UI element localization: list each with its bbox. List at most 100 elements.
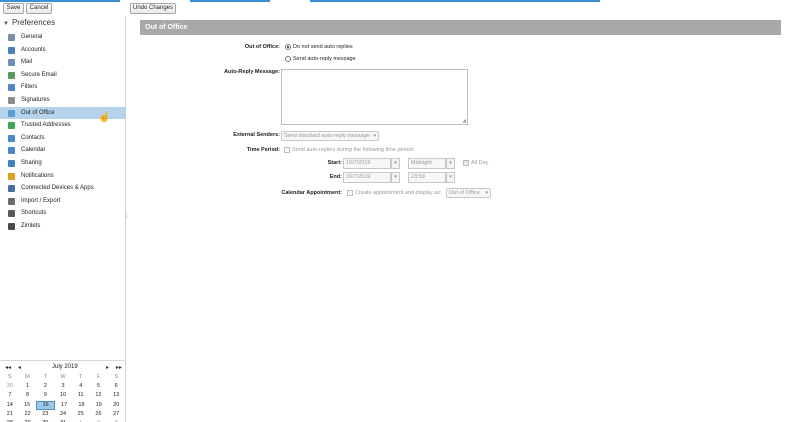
calendar-day[interactable]: 3 [54, 382, 72, 391]
show-as-select[interactable]: Out of Office ▾ [446, 188, 491, 198]
calendar-day[interactable]: 21 [1, 410, 19, 419]
calendar-day[interactable]: 16 [35, 400, 56, 410]
sidebar-item-calendar[interactable]: Calendar [0, 144, 126, 157]
resize-grip-icon[interactable]: ◢ [462, 118, 466, 124]
sidebar-item-notifications[interactable]: Notifications [0, 170, 126, 183]
calendar-day[interactable]: 5 [90, 382, 108, 391]
calendar-appointment-checkbox[interactable] [347, 190, 353, 196]
sidebar-item-import-export[interactable]: Import / Export [0, 195, 126, 208]
out-of-office-icon [8, 109, 15, 117]
auto-reply-message-textarea[interactable]: ◢ [281, 69, 468, 125]
calendar-day[interactable]: 20 [108, 401, 125, 410]
send-auto-reply-label[interactable]: Send auto-reply message [293, 56, 356, 62]
sidebar-item-shortcuts[interactable]: Shortcuts [0, 207, 126, 220]
mail-icon [8, 59, 15, 67]
mini-calendar-header: ◂◂ ◂ July 2019 ▸ ▸▸ [0, 364, 126, 372]
end-date-input[interactable]: 16/7/2019 [343, 172, 391, 183]
sidebar-item-label: Calendar [21, 147, 46, 154]
bell-icon [8, 172, 15, 180]
mini-calendar: ◂◂ ◂ July 2019 ▸ ▸▸ S M T W T F S 30 1 2 3 4 5 6 7 8 9 10… [0, 360, 126, 422]
sidebar-item-label: Zimlets [21, 222, 41, 229]
calendar-day[interactable]: 6 [107, 382, 125, 391]
mini-calendar-weekdays: SMTWTFS [1, 373, 125, 382]
calendar-day[interactable]: 15 [18, 401, 35, 410]
all-day-checkbox[interactable] [463, 159, 469, 166]
accounts-icon [8, 46, 15, 54]
start-date-input[interactable]: 16/7/2019 [343, 158, 391, 169]
calendar-day[interactable]: 18 [73, 401, 90, 410]
calendar-day[interactable]: 8 [19, 391, 37, 400]
toolbar: Save Cancel Undo Changes [0, 0, 800, 16]
preferences-header[interactable]: ▼ Preferences [3, 18, 55, 27]
calendar-day[interactable]: 24 [54, 410, 72, 419]
external-senders-select[interactable]: Send standard auto-reply message ▾ [281, 131, 379, 141]
sharing-icon [8, 159, 15, 167]
calendar-day[interactable]: 10 [54, 391, 72, 400]
mini-calendar-month[interactable]: July 2019 [52, 364, 78, 370]
time-period-checkbox-label: Send auto-replies during the following t… [292, 147, 415, 153]
calendar-day[interactable]: 1 [19, 382, 37, 391]
no-auto-reply-radio[interactable] [285, 44, 291, 50]
calendar-day[interactable]: 19 [90, 401, 107, 410]
time-period-label: Time Period: [246, 147, 280, 153]
external-senders-label: External Senders: [233, 132, 280, 138]
start-time-input[interactable]: Midnight [408, 158, 446, 169]
next-year-icon[interactable]: ▸▸ [116, 364, 122, 371]
calendar-day[interactable]: 14 [1, 401, 18, 410]
calendar-day[interactable]: 9 [36, 391, 54, 400]
no-auto-reply-label[interactable]: Do not send auto replies [293, 44, 353, 50]
sidebar-item-label: Notifications [21, 172, 54, 179]
save-button[interactable]: Save [3, 3, 24, 14]
weekday-label: T [79, 374, 83, 380]
sidebar-item-label: General [21, 34, 43, 40]
calendar-day[interactable]: 13 [107, 391, 125, 400]
sidebar-item-filters[interactable]: Filters [0, 81, 126, 94]
calendar-day[interactable]: 25 [72, 410, 90, 419]
preferences-nav: General Accounts Mail Secure Email Filters Si… [0, 31, 126, 233]
calendar-day[interactable]: 11 [72, 391, 90, 400]
sidebar-item-accounts[interactable]: Accounts [0, 44, 126, 57]
calendar-day[interactable]: 23 [36, 410, 54, 419]
start-label: Start: [327, 160, 342, 166]
calendar-day[interactable]: 4 [72, 382, 90, 391]
mini-calendar-week: 14 15 16 17 18 19 20 [1, 400, 125, 410]
sidebar-item-contacts[interactable]: Contacts [0, 132, 126, 145]
start-date-picker-icon[interactable]: ▾ [391, 158, 400, 169]
calendar-day[interactable]: 27 [107, 410, 125, 419]
calendar-day[interactable]: 22 [19, 410, 37, 419]
sidebar-item-label: Trusted Addresses [21, 122, 71, 129]
start-time-dropdown-icon[interactable]: ▾ [446, 158, 455, 169]
calendar-day[interactable]: 17 [55, 401, 72, 410]
prev-month-icon[interactable]: ◂ [18, 364, 21, 371]
sidebar-item-label: Mail [21, 59, 33, 66]
sidebar-item-label: Secure Email [21, 71, 57, 78]
undo-changes-button[interactable]: Undo Changes [130, 3, 176, 14]
sidebar-item-secure-email[interactable]: Secure Email [0, 69, 126, 82]
auto-reply-message-label: Auto-Reply Message: [224, 69, 280, 75]
sidebar-splitter[interactable]: ⁞ [126, 214, 128, 220]
prev-year-icon[interactable]: ◂◂ [5, 364, 11, 371]
sidebar-item-sharing[interactable]: Sharing [0, 157, 126, 170]
gear-icon [8, 34, 15, 41]
collapse-triangle-icon[interactable]: ▼ [3, 21, 9, 27]
next-month-icon[interactable]: ▸ [106, 364, 109, 371]
calendar-day[interactable]: 2 [36, 382, 54, 391]
cancel-button[interactable]: Cancel [26, 3, 52, 14]
sidebar-item-zimlets[interactable]: Zimlets [0, 220, 126, 233]
calendar-day[interactable]: 30 [1, 382, 19, 391]
sidebar-item-signatures[interactable]: Signatures [0, 94, 126, 107]
calendar-appointment-checkbox-label: Create appointment and display as: [355, 190, 442, 196]
end-time-dropdown-icon[interactable]: ▾ [446, 172, 455, 183]
send-auto-reply-radio[interactable] [285, 56, 291, 62]
end-date-picker-icon[interactable]: ▾ [391, 172, 400, 183]
sidebar-item-connected-devices-apps[interactable]: Connected Devices & Apps [0, 182, 126, 195]
end-time-input[interactable]: 23:59 [408, 172, 446, 183]
time-period-checkbox[interactable] [284, 147, 290, 153]
sidebar-item-mail[interactable]: Mail [0, 56, 126, 69]
sidebar-item-general[interactable]: General [0, 31, 126, 44]
calendar-day[interactable]: 26 [90, 410, 108, 419]
import-export-icon [8, 197, 15, 205]
calendar-day[interactable]: 12 [90, 391, 108, 400]
all-day-label: All Day [471, 160, 489, 166]
calendar-day[interactable]: 7 [1, 391, 19, 400]
